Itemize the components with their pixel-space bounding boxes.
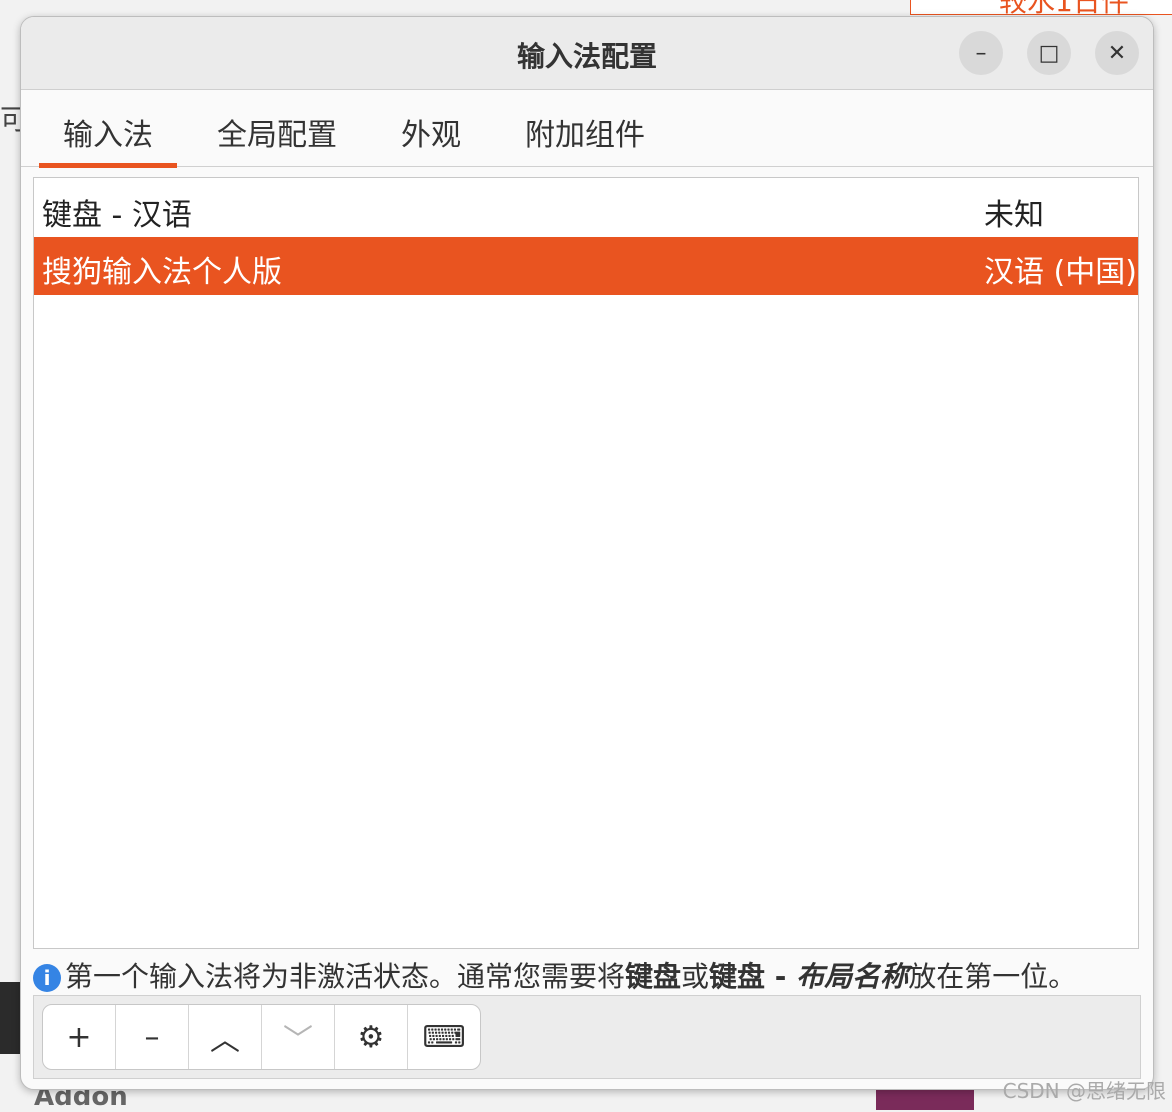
titlebar[interactable]: 输入法配置 – □ ✕ — [21, 17, 1153, 90]
input-method-language: 汉语 (中国) — [984, 255, 1137, 290]
gear-icon: ⚙ — [357, 1019, 385, 1055]
input-method-name: 键盘 - 汉语 — [42, 198, 192, 233]
list-item-selected[interactable]: 搜狗输入法个人版 汉语 (中国) — [34, 237, 1138, 295]
tab-bar: 输入法 全局配置 外观 附加组件 — [21, 90, 1153, 168]
close-icon: ✕ — [1107, 40, 1127, 66]
maximize-button[interactable]: □ — [1027, 31, 1071, 75]
move-down-button[interactable]: ﹀ — [262, 1005, 335, 1069]
keyboard-icon: ⌨ — [422, 1019, 466, 1055]
minus-icon: – — [144, 1019, 160, 1055]
fcitx-config-dialog: 输入法配置 – □ ✕ 输入法 全局配置 外观 附加组件 键盘 - 汉语 未知 … — [20, 16, 1154, 1090]
info-message: i 第一个输入法将为非激活状态。通常您需要将键盘或键盘 - 布局名称放在第一位。 — [33, 955, 1076, 995]
add-button[interactable]: + — [43, 1005, 116, 1069]
toolbar-area: + – ︿ ﹀ ⚙ ⌨ — [33, 995, 1141, 1079]
minimize-button[interactable]: – — [959, 31, 1003, 75]
info-icon: i — [33, 964, 61, 992]
watermark: CSDN @思绪无限 — [1002, 1079, 1166, 1103]
move-up-button[interactable]: ︿ — [189, 1005, 262, 1069]
keyboard-layout-button[interactable]: ⌨ — [408, 1005, 480, 1069]
tab-global-config[interactable]: 全局配置 — [217, 110, 337, 164]
info-bold-keyboard: 键盘 — [625, 960, 682, 993]
minimize-icon: – — [975, 40, 987, 66]
background-left-dark-fragment — [0, 982, 20, 1054]
maximize-icon: □ — [1038, 40, 1060, 66]
info-bold-italic-layout-name: 布局名称 — [796, 960, 909, 993]
remove-button[interactable]: – — [116, 1005, 189, 1069]
close-button[interactable]: ✕ — [1095, 31, 1139, 75]
input-method-name: 搜狗输入法个人版 — [42, 255, 282, 290]
tab-input-method[interactable]: 输入法 — [39, 110, 177, 168]
chevron-up-icon: ︿ — [210, 1023, 240, 1058]
list-item[interactable]: 键盘 - 汉语 未知 — [34, 180, 1138, 238]
info-text: 放在第一位。 — [908, 960, 1077, 993]
background-panel-fragment: 较水1日件 — [910, 0, 1172, 15]
chevron-down-icon: ﹀ — [283, 1023, 313, 1058]
list-toolbar: + – ︿ ﹀ ⚙ ⌨ — [42, 1004, 481, 1070]
configure-button[interactable]: ⚙ — [335, 1005, 408, 1069]
plus-icon: + — [66, 1019, 92, 1055]
tab-addons[interactable]: 附加组件 — [525, 110, 645, 164]
input-method-language: 未知 — [984, 198, 1044, 233]
background-text: 较水1日件 — [999, 0, 1129, 14]
input-method-list[interactable]: 键盘 - 汉语 未知 搜狗输入法个人版 汉语 (中国) — [33, 177, 1139, 949]
info-text: 第一个输入法将为非激活状态。通常您需要将 — [65, 960, 626, 993]
info-bold-keyboard-layout: 键盘 - — [709, 960, 797, 993]
tab-appearance[interactable]: 外观 — [401, 110, 461, 164]
info-text: 或 — [681, 960, 710, 993]
